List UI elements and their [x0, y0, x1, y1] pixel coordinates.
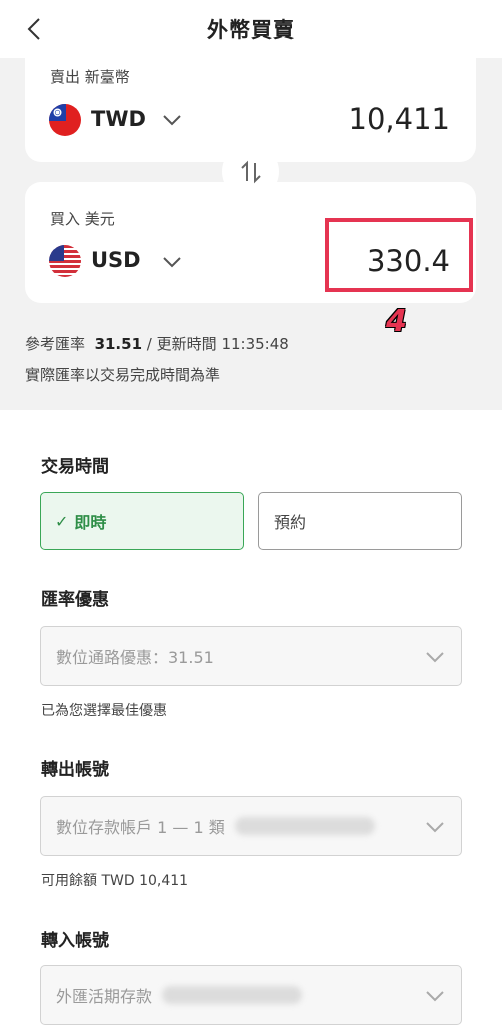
- trade-time-reserve-label: 預約: [274, 513, 307, 532]
- out-account-select[interactable]: 數位存款帳戶 1 — 1 類: [40, 796, 462, 856]
- chevron-down-icon: [426, 991, 444, 1002]
- sell-amount-input[interactable]: 10,411: [349, 102, 450, 136]
- reference-rate-line: 參考匯率 31.51 / 更新時間 11:35:48: [25, 333, 289, 354]
- in-account-title: 轉入帳號: [41, 931, 109, 951]
- trade-time-reserve-option[interactable]: 預約: [258, 492, 462, 550]
- available-balance: 可用餘額 TWD 10,411: [41, 873, 189, 889]
- trade-time-now-label: 即時: [74, 513, 107, 532]
- usa-flag-icon: [49, 245, 81, 277]
- buy-currency-selector[interactable]: USD: [91, 248, 141, 272]
- trade-time-now-option[interactable]: ✓ 即時: [40, 492, 244, 550]
- check-icon: ✓: [55, 511, 69, 531]
- rate-note: 實際匯率以交易完成時間為準: [25, 366, 221, 384]
- rate-separator: /: [146, 335, 152, 353]
- sell-currency-selector[interactable]: TWD: [91, 107, 146, 131]
- chevron-down-icon: [426, 652, 444, 663]
- ref-rate-label: 參考匯率: [25, 335, 86, 353]
- rate-discount-value: 數位通路優惠：31.51: [56, 648, 214, 667]
- swap-arrows-icon: [240, 160, 261, 183]
- buy-label: 買入 美元: [50, 210, 115, 228]
- annotation-highlight-box: [325, 218, 473, 292]
- swap-currency-button[interactable]: [222, 143, 279, 200]
- redacted-account-number: [162, 986, 303, 1004]
- chevron-down-icon[interactable]: [162, 113, 182, 127]
- out-account-value: 數位存款帳戶 1 — 1 類: [56, 818, 225, 837]
- back-button[interactable]: [22, 16, 46, 42]
- rate-discount-helper: 已為您選擇最佳優惠: [41, 703, 167, 719]
- chevron-left-icon: [27, 18, 40, 40]
- out-account-title: 轉出帳號: [41, 760, 109, 780]
- rate-discount-title: 匯率優惠: [41, 590, 109, 610]
- trade-time-title: 交易時間: [41, 457, 109, 477]
- chevron-down-icon: [426, 822, 444, 833]
- sell-label: 賣出 新臺幣: [50, 68, 130, 86]
- rate-discount-select[interactable]: 數位通路優惠：31.51: [40, 626, 462, 686]
- update-time-label: 更新時間: [156, 335, 217, 353]
- in-account-select[interactable]: 外匯活期存款: [40, 965, 462, 1025]
- in-account-value: 外匯活期存款: [56, 987, 153, 1006]
- update-time-value: 11:35:48: [221, 335, 289, 353]
- redacted-account-number: [234, 817, 375, 835]
- ref-rate-value: 31.51: [94, 335, 143, 353]
- annotation-step-number: 4: [386, 304, 407, 339]
- chevron-down-icon[interactable]: [162, 255, 182, 269]
- taiwan-flag-icon: [49, 104, 81, 136]
